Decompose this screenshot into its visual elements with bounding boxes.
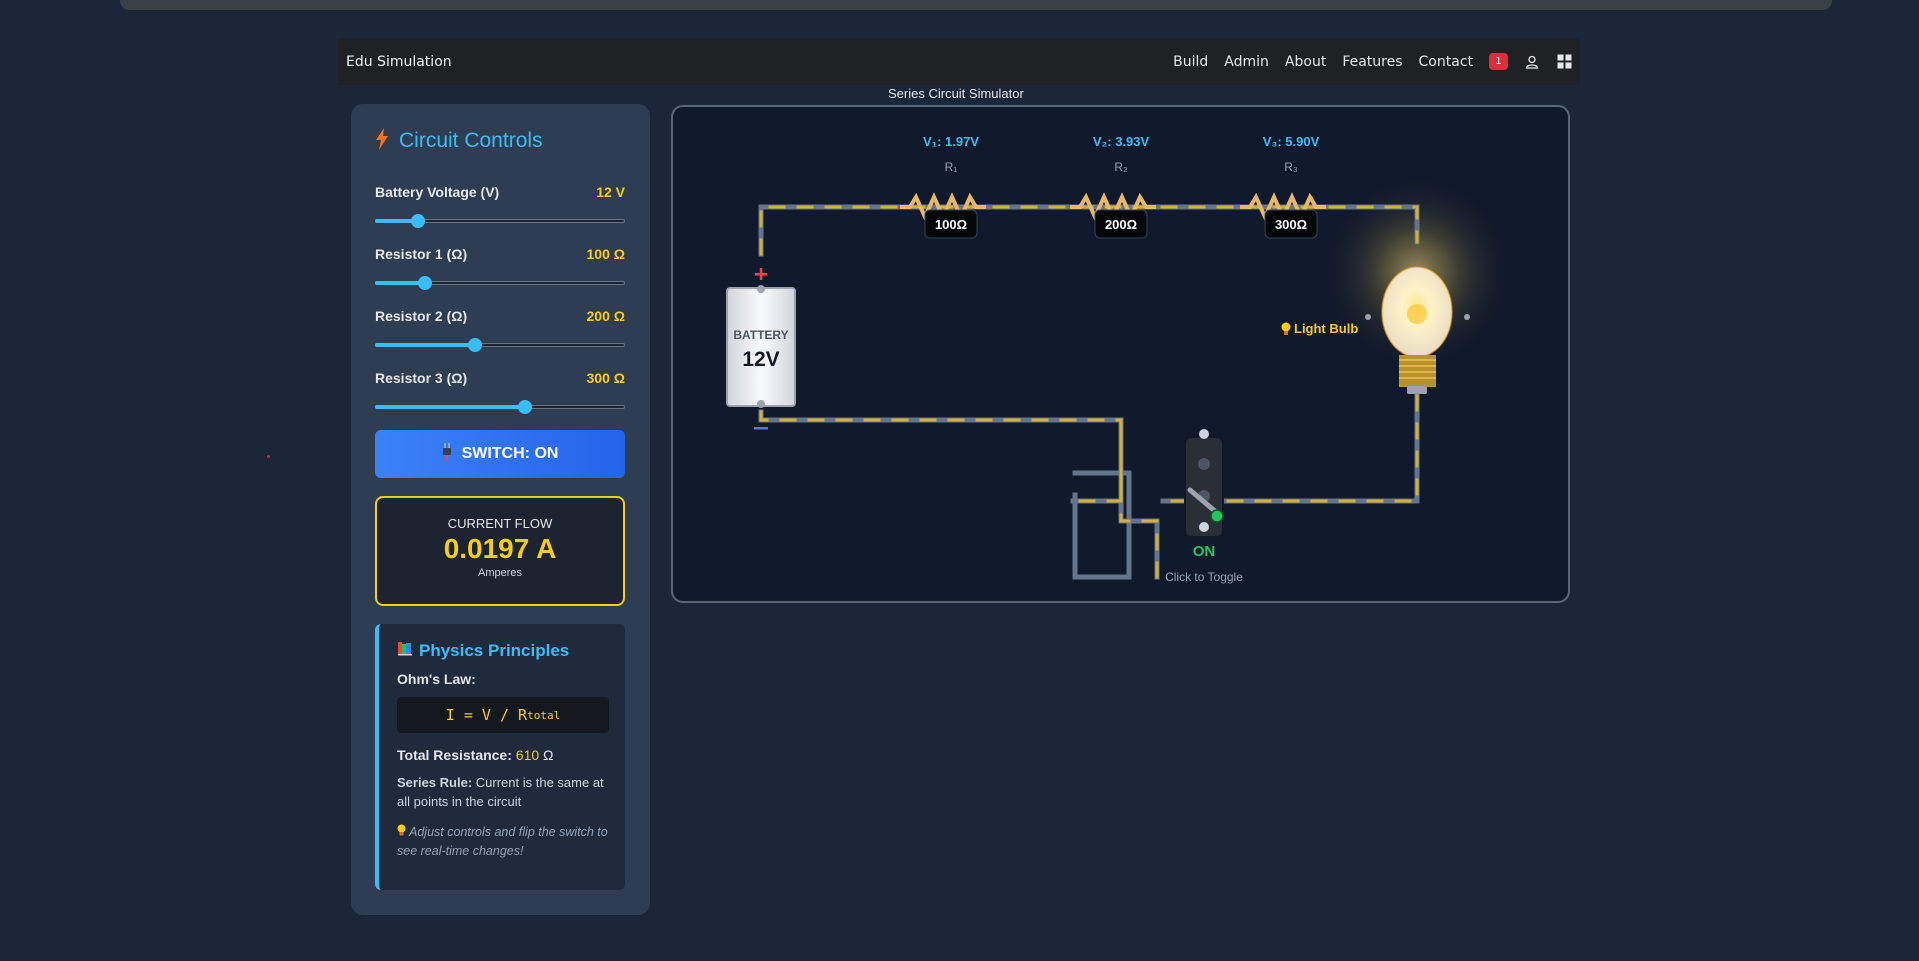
r1-name: R₁ — [945, 160, 958, 174]
slider-thumb[interactable] — [468, 338, 482, 352]
resistor-1-control: Resistor 1 (Ω) 100 Ω — [375, 246, 625, 290]
battery[interactable] — [726, 285, 796, 408]
switch-hint: Click to Toggle — [1165, 570, 1243, 584]
switch-toggle-button[interactable]: SWITCH: ON — [375, 430, 625, 478]
resistor-3-label: Resistor 3 (Ω) — [375, 370, 468, 386]
switch-state: ON — [1193, 543, 1216, 560]
switch-button-label: SWITCH: ON — [461, 445, 559, 462]
user-icon[interactable] — [1524, 54, 1540, 70]
r1-value: 100Ω — [935, 217, 967, 232]
r2-voltage-label: V₂: 3.93V — [1093, 134, 1150, 149]
top-navbar: Edu Simulation Build Admin About Feature… — [338, 38, 1580, 85]
resistor-3-slider[interactable] — [375, 400, 625, 414]
address-bar[interactable] — [120, 0, 1832, 10]
formula-subscript: total — [527, 708, 561, 722]
physics-principles-card: Physics Principles Ohm's Law: I = V / Rt… — [375, 624, 625, 890]
browser-top-strip — [0, 0, 1919, 14]
bulb-tip-icon — [397, 824, 409, 839]
r1-voltage-label: V₁: 1.97V — [923, 134, 979, 149]
r2-value: 200Ω — [1105, 217, 1137, 232]
battery-voltage-value: 12 V — [596, 184, 625, 200]
current-flow-value: 0.0197 A — [443, 533, 557, 564]
total-resistance: Total Resistance: 610 Ω — [397, 747, 609, 763]
controls-header: Circuit Controls — [375, 128, 543, 154]
battery-label: BATTERY — [733, 328, 788, 342]
circuit-diagram: V₁: 1.97V V₂: 3.93V V₃: 5.90V R₁ R₂ R₃ 1… — [726, 134, 1512, 584]
resistor-2-control: Resistor 2 (Ω) 200 Ω — [375, 308, 625, 352]
battery-voltage-control: Battery Voltage (V) 12 V — [375, 184, 625, 228]
slider-thumb[interactable] — [410, 214, 425, 228]
physics-title: Physics Principles — [419, 640, 570, 660]
battery-plus-icon — [755, 268, 767, 280]
r3-value: 300Ω — [1275, 217, 1307, 232]
ohms-law-formula: I = V / Rtotal — [397, 697, 609, 733]
plug-icon — [442, 442, 452, 466]
current-flow-unit: Amperes — [477, 567, 523, 579]
r2-name: R₂ — [1114, 160, 1128, 174]
total-resistance-unit: Ω — [543, 747, 554, 763]
lightning-icon — [375, 128, 389, 154]
bulb-label: Light Bulb — [1294, 321, 1358, 336]
total-resistance-value: 610 — [515, 747, 540, 763]
circuit-wires — [758, 204, 1420, 580]
resistor-1-slider[interactable] — [375, 276, 625, 290]
battery-minus-icon — [754, 427, 768, 430]
circuit-controls-panel: Circuit Controls Battery Voltage (V) 12 … — [351, 104, 650, 915]
r3-voltage-label: V₃: 5.90V — [1263, 134, 1320, 149]
grid-icon[interactable] — [1556, 54, 1572, 70]
toggle-switch[interactable] — [1184, 429, 1224, 538]
resistor-2-value: 200 Ω — [586, 308, 625, 324]
current-flow-caption: CURRENT FLOW — [447, 516, 553, 531]
cursor-dot — [267, 455, 270, 458]
ohms-law-label: Ohm's Law: — [397, 671, 476, 687]
resistor-2-label: Resistor 2 (Ω) — [375, 308, 468, 324]
formula-main: I = V / R — [445, 706, 528, 724]
resistor-1-label: Resistor 1 (Ω) — [375, 246, 468, 262]
series-rule-label: Series Rule: — [397, 775, 473, 790]
nav-link-build[interactable]: Build — [1173, 54, 1208, 70]
tip-text-container: Adjust controls and flip the switch to s… — [397, 823, 609, 861]
resistor-3-control: Resistor 3 (Ω) 300 Ω — [375, 370, 625, 414]
battery-voltage-label: Battery Voltage (V) — [375, 184, 500, 200]
brand-name[interactable]: Edu Simulation — [346, 54, 452, 70]
nav-link-admin[interactable]: Admin — [1224, 54, 1269, 70]
nav-link-features[interactable]: Features — [1342, 54, 1402, 70]
resistor-1-value: 100 Ω — [586, 246, 625, 262]
notification-badge[interactable]: 1 — [1489, 53, 1508, 70]
series-rule: Series Rule: Current is the same at all … — [397, 773, 609, 811]
resistor-3-value: 300 Ω — [586, 370, 625, 386]
books-icon — [397, 640, 413, 661]
total-resistance-label: Total Resistance: — [397, 747, 512, 763]
nav-link-contact[interactable]: Contact — [1419, 54, 1473, 70]
slider-thumb[interactable] — [518, 400, 532, 414]
nav-link-about[interactable]: About — [1285, 54, 1326, 70]
tip-text: Adjust controls and flip the switch to s… — [397, 825, 608, 858]
slider-thumb[interactable] — [418, 276, 432, 290]
bulb-label-icon — [1281, 322, 1291, 335]
resistor-2-slider[interactable] — [375, 338, 625, 352]
simulator-title: Series Circuit Simulator — [888, 86, 1024, 101]
current-flow-box: CURRENT FLOW 0.0197 A Amperes — [375, 496, 625, 606]
nav-links: Build Admin About Features Contact 1 — [1173, 53, 1572, 70]
controls-title: Circuit Controls — [399, 129, 543, 152]
battery-voltage-slider[interactable] — [375, 214, 625, 228]
r3-name: R₃ — [1284, 160, 1298, 174]
battery-voltage: 12V — [742, 348, 779, 371]
circuit-canvas: V₁: 1.97V V₂: 3.93V V₃: 5.90V R₁ R₂ R₃ 1… — [671, 105, 1570, 603]
